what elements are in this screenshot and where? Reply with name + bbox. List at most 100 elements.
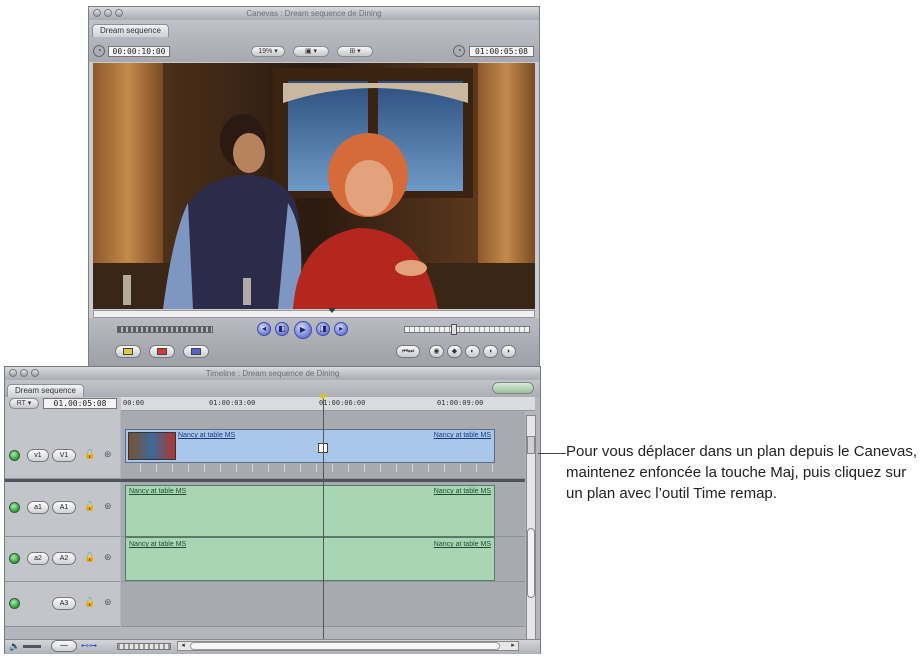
timeline-tab-bar: Dream sequence	[5, 380, 540, 397]
play-around-icon[interactable]: ◨	[316, 322, 330, 336]
dest-control-a1[interactable]: A1	[52, 501, 76, 514]
ruler-label: 01:00:03:00	[209, 399, 256, 407]
zoom-slider[interactable]	[117, 643, 171, 650]
lock-icon[interactable]: 🔓	[84, 552, 95, 563]
mark-in-button[interactable]: ◖	[483, 345, 498, 358]
lock-icon[interactable]: 🔓	[84, 449, 95, 460]
zoom-popup[interactable]: 19% ▾	[251, 46, 285, 57]
mark-clip-button[interactable]: ◉	[429, 345, 444, 358]
canvas-window: Canevas : Dream sequence de Dining Dream…	[88, 6, 540, 371]
callout-text: Pour vous déplacer dans un plan depuis l…	[566, 443, 918, 502]
auto-select-icon[interactable]: ⊛	[104, 501, 112, 512]
timeline-window: Timeline : Dream sequence de Dining Drea…	[4, 366, 541, 654]
scroll-thumb[interactable]	[527, 528, 535, 598]
add-keyframe-button[interactable]: ◆	[447, 345, 462, 358]
rt-popup[interactable]: RT ▾	[9, 398, 39, 409]
current-timecode[interactable]: 01:00:05:08	[469, 46, 534, 57]
timeline-bottom-bar: 🔈 ⁓ ⊷⊶ ◂ ▸	[5, 639, 540, 654]
minimize-window-button[interactable]	[20, 369, 28, 377]
replace-edit-button[interactable]	[183, 345, 209, 358]
track-header-a1: a1 A1 🔓 ⊛	[5, 482, 120, 537]
dest-control-v1[interactable]: V1	[52, 449, 76, 462]
jog-control[interactable]	[117, 326, 213, 333]
overlay-popup[interactable]: ⊞ ▾	[337, 46, 373, 57]
duration-clock-icon: ◔	[93, 45, 105, 57]
current-time-clock-icon: ◔	[453, 45, 465, 57]
video-frame[interactable]	[93, 63, 535, 309]
play-icon[interactable]: ▶	[294, 321, 312, 339]
chevron-down-icon: ▾	[272, 48, 278, 55]
scroll-right-icon[interactable]: ▸	[508, 642, 518, 650]
track-audible-toggle[interactable]	[9, 598, 20, 609]
scroll-thumb[interactable]	[527, 436, 535, 454]
lock-icon[interactable]: 🔓	[84, 597, 95, 608]
audio-waveform-toggle[interactable]	[492, 382, 534, 394]
clip-name-left: Nancy at table MS	[178, 432, 236, 439]
snapping-icon[interactable]: ⊷⊶	[81, 641, 97, 650]
dest-control-a2[interactable]: A2	[52, 552, 76, 565]
ruler-label: 00:00	[123, 399, 145, 407]
zoom-window-button[interactable]	[31, 369, 39, 377]
chevron-down-icon: ▾	[25, 400, 32, 407]
audio-clip-a1[interactable]: Nancy at table MS Nancy at table MS	[125, 485, 495, 537]
close-window-button[interactable]	[93, 9, 101, 17]
play-in-out-icon[interactable]: ◧	[275, 322, 289, 336]
speaker-icon[interactable]: 🔈	[9, 641, 20, 652]
dest-control-a3[interactable]: A3	[52, 597, 76, 610]
overlay-icon: ⊞ ▾	[349, 48, 361, 55]
clip-name-left: Nancy at table MS	[129, 488, 187, 495]
scroll-thumb[interactable]	[190, 642, 500, 650]
view-mode-icon: ▣ ▾	[304, 48, 318, 55]
insert-edit-icon	[123, 348, 133, 355]
clip-keyframes-toggle[interactable]: ⁓	[51, 640, 77, 652]
view-popup[interactable]: ▣ ▾	[293, 46, 329, 57]
shuttle-knob[interactable]	[451, 324, 457, 335]
auto-select-icon[interactable]: ⊛	[104, 552, 112, 563]
canvas-tab-dream-sequence[interactable]: Dream sequence	[92, 24, 169, 37]
transport-controls: ◂ ◧ ▶ ◨ ▸	[257, 321, 365, 339]
duration-timecode[interactable]: 00:00:10:00	[108, 46, 170, 57]
audio-clip-a2[interactable]: Nancy at table MS Nancy at table MS	[125, 537, 495, 581]
video-clip[interactable]: Nancy at table MS Nancy at table MS	[125, 429, 495, 463]
timeline-horizontal-scrollbar[interactable]: ◂ ▸	[177, 641, 519, 651]
ruler-label: 01:00:06:00	[319, 399, 366, 407]
track-audible-toggle[interactable]	[9, 502, 20, 513]
source-control-a2[interactable]: a2	[27, 552, 49, 565]
source-control-a1[interactable]: a1	[27, 501, 49, 514]
insert-edit-button[interactable]	[115, 345, 141, 358]
minimize-window-button[interactable]	[104, 9, 112, 17]
timeline-tab-dream-sequence[interactable]: Dream sequence	[7, 384, 84, 397]
track-header-a3: A3 🔓 ⊛	[5, 582, 120, 627]
scroll-left-icon[interactable]: ◂	[178, 642, 188, 650]
track-height-control[interactable]	[23, 645, 41, 648]
canvas-playhead[interactable]	[328, 308, 336, 313]
timeline-title: Timeline : Dream sequence de Dining	[205, 369, 340, 378]
mark-out-button[interactable]: ◗	[501, 345, 516, 358]
auto-select-icon[interactable]: ⊛	[104, 597, 112, 608]
add-marker-button[interactable]: ◐	[465, 345, 480, 358]
timeline-vertical-scrollbar[interactable]	[526, 415, 536, 643]
track-audible-toggle[interactable]	[9, 553, 20, 564]
replace-edit-icon	[191, 348, 201, 355]
timeline-playhead-line[interactable]	[323, 399, 324, 643]
lock-icon[interactable]: 🔓	[84, 501, 95, 512]
canvas-title: Canevas : Dream sequence de Dining	[246, 9, 382, 18]
track-visibility-toggle[interactable]	[9, 450, 20, 461]
overwrite-edit-button[interactable]	[149, 345, 175, 358]
overwrite-edit-icon	[157, 348, 167, 355]
match-frame-button[interactable]: ⏮⏭	[396, 345, 420, 358]
track-header-a2: a2 A2 🔓 ⊛	[5, 537, 120, 582]
zoom-window-button[interactable]	[115, 9, 123, 17]
prev-edit-icon[interactable]: ◂	[257, 322, 271, 336]
next-edit-icon[interactable]: ▸	[334, 322, 348, 336]
timeline-current-timecode[interactable]: 01.00:05:08	[43, 398, 117, 409]
timeline-ruler[interactable]: 00:00 01:00:03:00 01:00:06:00 01:00:09:0…	[121, 394, 535, 411]
keyframe-graph-bar[interactable]	[125, 464, 495, 472]
close-window-button[interactable]	[9, 369, 17, 377]
track-header-v1: v1 V1 🔓 ⊛	[5, 411, 120, 479]
canvas-scrubber-bar[interactable]	[93, 308, 535, 318]
shuttle-control[interactable]	[404, 324, 530, 335]
source-control-v1[interactable]: v1	[27, 449, 49, 462]
callout-leader-line	[538, 453, 566, 454]
auto-select-icon[interactable]: ⊛	[104, 449, 112, 460]
